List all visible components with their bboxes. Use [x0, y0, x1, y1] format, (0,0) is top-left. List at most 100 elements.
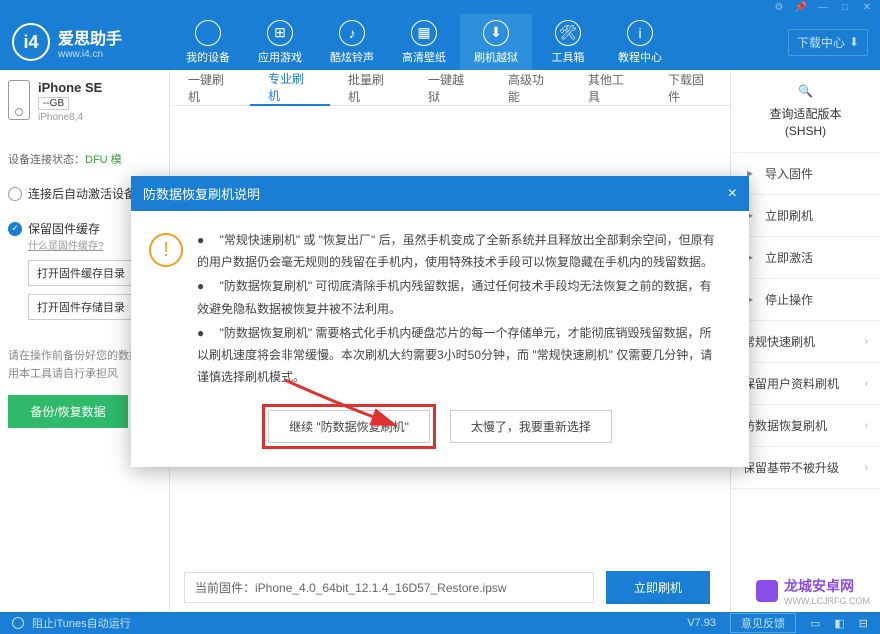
chevron-right-icon: › — [865, 420, 868, 431]
conn-value: DFU 模 — [85, 154, 122, 166]
right-action-1[interactable]: ▸立即刷机 — [731, 197, 880, 234]
right-action-0[interactable]: ▸导入固件 — [731, 155, 880, 192]
opt1-label: 连接后自动激活设备 — [28, 185, 136, 202]
itunes-toggle-icon[interactable] — [12, 617, 24, 629]
open-cache-dir-button[interactable]: 打开固件缓存目录› — [28, 260, 148, 286]
minimize-icon[interactable]: — — [818, 2, 828, 12]
nav-icon: 🛠 — [555, 20, 581, 46]
nav-icon: ⊞ — [267, 20, 293, 46]
conn-label: 设备连接状态： — [8, 154, 85, 166]
nav-2[interactable]: ♪ 酷炫铃声 — [316, 14, 388, 70]
continue-button[interactable]: 继续 "防数据恢复刷机" — [268, 410, 430, 443]
nav-label: 刷机越狱 — [474, 49, 518, 65]
logo-url: www.i4.cn — [58, 49, 122, 60]
tab-0[interactable]: 一键刷机 — [170, 70, 250, 106]
radio-icon — [8, 187, 22, 201]
tab-3[interactable]: 一键越狱 — [410, 70, 490, 106]
nav-icon: i — [627, 20, 653, 46]
fw-label: 当前固件： — [195, 581, 255, 595]
shsh-l2: (SHSH) — [769, 123, 841, 140]
nav-label: 工具箱 — [552, 49, 585, 65]
sb-icon-2[interactable]: ◧ — [834, 617, 844, 630]
nav-icon: ⬇ — [483, 20, 509, 46]
nav-label: 酷炫铃声 — [330, 49, 374, 65]
r-label: 常规快速刷机 — [743, 333, 815, 350]
right-mode-0[interactable]: 常规快速刷机 › — [731, 323, 880, 360]
connection-status: 设备连接状态：DFU 模 — [8, 151, 161, 167]
close-icon[interactable]: ✕ — [862, 2, 872, 12]
logo-title: 爱思助手 — [58, 25, 122, 49]
nav-label: 高清壁纸 — [402, 49, 446, 65]
tab-4[interactable]: 高级功能 — [490, 70, 570, 106]
device-name: iPhone SE — [38, 80, 102, 95]
nav-icon: ▦ — [411, 20, 437, 46]
opt2-label: 保留固件缓存 — [28, 220, 100, 237]
nav-icon — [195, 20, 221, 46]
maximize-icon[interactable]: □ — [840, 2, 850, 12]
download-center-button[interactable]: 下载中心 ⬇ — [788, 29, 868, 56]
right-mode-2[interactable]: 防数据恢复刷机 › — [731, 407, 880, 444]
version-label: V7.93 — [687, 617, 716, 629]
nav-5[interactable]: 🛠 工具箱 — [532, 14, 604, 70]
tab-5[interactable]: 其他工具 — [570, 70, 650, 106]
warning-icon: ! — [149, 233, 183, 267]
nav-1[interactable]: ⊞ 应用游戏 — [244, 14, 316, 70]
nav-4[interactable]: ⬇ 刷机越狱 — [460, 14, 532, 70]
fw-file: iPhone_4.0_64bit_12.1.4_16D57_Restore.ip… — [255, 581, 507, 595]
nav-6[interactable]: i 教程中心 — [604, 14, 676, 70]
phone-icon — [8, 80, 30, 120]
device-model: iPhone8,4 — [38, 112, 102, 123]
right-mode-1[interactable]: 保留用户资料刷机 › — [731, 365, 880, 402]
gear-icon[interactable]: ⚙ — [774, 2, 784, 12]
open-store-dir-button[interactable]: 打开固件存储目录› — [28, 294, 148, 320]
sb-icon-3[interactable]: ⊟ — [859, 617, 868, 630]
logo[interactable]: i4 爱思助手 www.i4.cn — [12, 23, 172, 61]
modal-p2: ● "防数据恢复刷机" 可彻底清除手机内残留数据，通过任何技术手段均无法恢复之前… — [197, 275, 723, 319]
shsh-l1: 查询适配版本 — [769, 106, 841, 123]
right-action-2[interactable]: ▸立即激活 — [731, 239, 880, 276]
r-label: 立即激活 — [765, 249, 813, 266]
modal-title: 防数据恢复刷机说明 — [143, 184, 260, 203]
reselect-button[interactable]: 太慢了，我要重新选择 — [450, 410, 612, 443]
open-cache-label: 打开固件缓存目录 — [37, 265, 125, 281]
current-firmware: 当前固件：iPhone_4.0_64bit_12.1.4_16D57_Resto… — [184, 572, 594, 603]
itunes-block-label[interactable]: 阻止iTunes自动运行 — [32, 615, 131, 631]
open-store-label: 打开固件存储目录 — [37, 299, 125, 315]
device-capacity: --GB — [38, 97, 69, 110]
backup-restore-button[interactable]: 备份/恢复数据 — [8, 395, 128, 428]
download-center-label: 下载中心 — [797, 34, 845, 51]
logo-mark: i4 — [12, 23, 50, 61]
r-label: 保留用户资料刷机 — [743, 375, 839, 392]
sb-icon-1[interactable]: ▭ — [810, 617, 820, 630]
nav-0[interactable]: 我的设备 — [172, 14, 244, 70]
nav-label: 我的设备 — [186, 49, 230, 65]
r-label: 停止操作 — [765, 291, 813, 308]
r-label: 立即刷机 — [765, 207, 813, 224]
chevron-right-icon: › — [865, 462, 868, 473]
shsh-query[interactable]: 🔍 查询适配版本(SHSH) — [731, 74, 880, 150]
download-icon: ⬇ — [849, 35, 859, 49]
flash-now-button[interactable]: 立即刷机 — [606, 571, 710, 604]
r-label: 导入固件 — [765, 165, 813, 182]
chevron-right-icon: › — [865, 336, 868, 347]
r-label: 防数据恢复刷机 — [743, 417, 827, 434]
right-mode-3[interactable]: 保留基带不被升级 › — [731, 449, 880, 486]
nav-icon: ♪ — [339, 20, 365, 46]
modal-close-button[interactable]: × — [728, 185, 737, 203]
tab-1[interactable]: 专业刷机 — [250, 70, 330, 106]
tab-6[interactable]: 下载固件 — [650, 70, 730, 106]
nav-3[interactable]: ▦ 高清壁纸 — [388, 14, 460, 70]
anti-recovery-modal: 防数据恢复刷机说明 × ! ● "常规快速刷机" 或 "恢复出厂" 后，虽然手机… — [131, 176, 749, 467]
check-icon: ✓ — [8, 222, 22, 236]
feedback-button[interactable]: 意见反馈 — [730, 613, 796, 633]
tab-2[interactable]: 批量刷机 — [330, 70, 410, 106]
pin-icon[interactable]: 📌 — [796, 2, 806, 12]
nav-label: 教程中心 — [618, 49, 662, 65]
tab-bar: 一键刷机专业刷机批量刷机一键越狱高级功能其他工具下载固件 — [170, 70, 730, 106]
r-label: 保留基带不被升级 — [743, 459, 839, 476]
modal-p1: ● "常规快速刷机" 或 "恢复出厂" 后，虽然手机变成了全新系统并且释放出全部… — [197, 229, 723, 273]
chevron-right-icon: › — [865, 378, 868, 389]
right-action-3[interactable]: ▸停止操作 — [731, 281, 880, 318]
search-icon: 🔍 — [799, 84, 813, 98]
nav-label: 应用游戏 — [258, 49, 302, 65]
